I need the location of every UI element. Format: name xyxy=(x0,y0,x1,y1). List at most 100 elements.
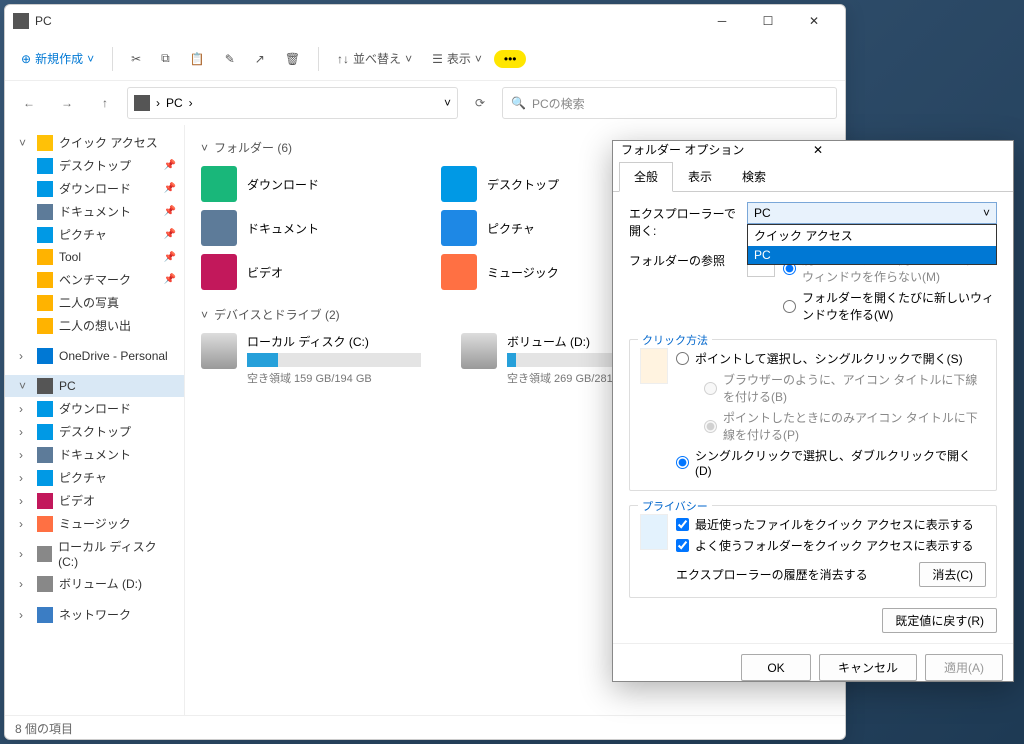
click-legend: クリック方法 xyxy=(638,332,712,348)
paste-button[interactable]: 📋 xyxy=(182,48,213,70)
search-placeholder: PCの検索 xyxy=(532,95,585,112)
click-group: クリック方法 ポイントして選択し、シングルクリックで開く(S) ブラウザーのよう… xyxy=(629,339,997,491)
sidebar-downloads[interactable]: ダウンロード📌 xyxy=(5,177,184,200)
radio-double-click[interactable]: シングルクリックで選択し、ダブルクリックで開く(D) xyxy=(676,445,986,480)
new-button[interactable]: ⊕ 新規作成 ˅ xyxy=(13,46,102,71)
history-label: エクスプローラーの履歴を消去する xyxy=(676,566,868,583)
toolbar: ⊕ 新規作成 ˅ ✂ ⧉ 📋 ✎ ↗ 🗑 ↑↓ 並べ替え ˅ ☰ 表示 ˅ ••… xyxy=(5,37,845,81)
dialog-titlebar: フォルダー オプション ✕ xyxy=(613,141,1013,158)
sidebar-pc[interactable]: ˅PC xyxy=(5,375,184,397)
music-icon xyxy=(441,254,477,290)
ok-button[interactable]: OK xyxy=(741,654,811,681)
sidebar-pc-pictures[interactable]: ›ピクチャ xyxy=(5,466,184,489)
pin-icon: 📌 xyxy=(164,183,176,194)
radio-single-click[interactable]: ポイントして選択し、シングルクリックで開く(S) xyxy=(676,348,986,369)
dialog-close-button[interactable]: ✕ xyxy=(813,143,1005,157)
tab-view[interactable]: 表示 xyxy=(673,162,727,191)
sort-label: 並べ替え xyxy=(353,50,401,67)
folder-videos[interactable]: ビデオ xyxy=(201,254,401,290)
sidebar-pc-drivec[interactable]: ›ローカル ディスク (C:) xyxy=(5,535,184,572)
delete-button[interactable]: 🗑 xyxy=(277,48,308,70)
pin-icon: 📌 xyxy=(164,229,176,240)
cancel-button[interactable]: キャンセル xyxy=(819,654,917,681)
privacy-illustration-icon xyxy=(640,514,668,550)
forward-button[interactable]: → xyxy=(51,87,83,119)
folder-documents[interactable]: ドキュメント xyxy=(201,210,401,246)
sidebar: ˅クイック アクセス デスクトップ📌 ダウンロード📌 ドキュメント📌 ピクチャ📌… xyxy=(5,125,185,715)
rename-button[interactable]: ✎ xyxy=(217,48,243,70)
apply-button[interactable]: 適用(A) xyxy=(925,654,1003,681)
sidebar-pc-music[interactable]: ›ミュージック xyxy=(5,512,184,535)
open-with-label: エクスプローラーで開く: xyxy=(629,202,739,239)
drive-icon xyxy=(461,333,497,369)
sidebar-network[interactable]: ›ネットワーク xyxy=(5,603,184,626)
share-button[interactable]: ↗ xyxy=(247,48,273,70)
sidebar-pc-videos[interactable]: ›ビデオ xyxy=(5,489,184,512)
restore-defaults-button[interactable]: 既定値に戻す(R) xyxy=(882,608,997,633)
privacy-group: プライバシー 最近使ったファイルをクイック アクセスに表示する よく使うフォルダ… xyxy=(629,505,997,598)
document-icon xyxy=(201,210,237,246)
sidebar-pc-drived[interactable]: ›ボリューム (D:) xyxy=(5,572,184,595)
more-button[interactable]: ••• xyxy=(494,50,527,68)
drive-free: 空き領域 159 GB/194 GB xyxy=(247,370,421,386)
pin-icon: 📌 xyxy=(164,252,176,263)
sidebar-quickaccess[interactable]: ˅クイック アクセス xyxy=(5,131,184,154)
window-title: PC xyxy=(35,14,699,28)
view-button[interactable]: ☰ 表示 ˅ xyxy=(424,46,490,71)
navbar: ← → ↑ › PC › ˅ ⟳ 🔍 PCの検索 xyxy=(5,81,845,125)
drive-icon xyxy=(201,333,237,369)
pc-icon xyxy=(134,95,150,111)
view-label: 表示 xyxy=(447,50,471,67)
open-with-combo[interactable]: PC˅ xyxy=(747,202,997,224)
sidebar-pictures[interactable]: ピクチャ📌 xyxy=(5,223,184,246)
picture-icon xyxy=(441,210,477,246)
tab-search[interactable]: 検索 xyxy=(727,162,781,191)
sort-button[interactable]: ↑↓ 並べ替え ˅ xyxy=(329,46,420,71)
download-icon xyxy=(201,166,237,202)
combo-option-quickaccess[interactable]: クイック アクセス xyxy=(748,225,996,246)
radio-new-window[interactable]: フォルダーを開くたびに新しいウィンドウを作る(W) xyxy=(783,287,997,325)
sidebar-onedrive[interactable]: ›OneDrive - Personal xyxy=(5,345,184,367)
search-icon: 🔍 xyxy=(511,96,526,110)
sidebar-memories2[interactable]: 二人の想い出 xyxy=(5,314,184,337)
address-bar[interactable]: › PC › ˅ xyxy=(127,87,458,119)
breadcrumb[interactable]: PC xyxy=(166,96,183,110)
dialog-title: フォルダー オプション xyxy=(621,141,813,158)
sidebar-pc-downloads[interactable]: ›ダウンロード xyxy=(5,397,184,420)
back-button[interactable]: ← xyxy=(13,87,45,119)
sidebar-benchmark[interactable]: ベンチマーク📌 xyxy=(5,268,184,291)
dialog-tabs: 全般 表示 検索 xyxy=(613,162,1013,192)
up-button[interactable]: ↑ xyxy=(89,87,121,119)
sidebar-pc-documents[interactable]: ›ドキュメント xyxy=(5,443,184,466)
folder-music[interactable]: ミュージック xyxy=(441,254,641,290)
check-recent-files[interactable]: 最近使ったファイルをクイック アクセスに表示する xyxy=(676,514,986,535)
clear-history-button[interactable]: 消去(C) xyxy=(919,562,986,587)
radio-underline-browser[interactable]: ブラウザーのように、アイコン タイトルに下線を付ける(B) xyxy=(704,369,986,407)
cut-button[interactable]: ✂ xyxy=(123,48,149,70)
maximize-button[interactable]: ☐ xyxy=(745,5,791,37)
tab-general[interactable]: 全般 xyxy=(619,162,673,192)
check-frequent-folders[interactable]: よく使うフォルダーをクイック アクセスに表示する xyxy=(676,535,986,556)
folder-options-dialog: フォルダー オプション ✕ 全般 表示 検索 エクスプローラーで開く: PC˅ … xyxy=(612,140,1014,682)
folder-downloads[interactable]: ダウンロード xyxy=(201,166,401,202)
combo-option-pc[interactable]: PC xyxy=(748,246,996,264)
sidebar-tool[interactable]: Tool📌 xyxy=(5,246,184,268)
sidebar-desktop[interactable]: デスクトップ📌 xyxy=(5,154,184,177)
folder-desktop[interactable]: デスクトップ xyxy=(441,166,641,202)
chevron-down-icon: ˅ xyxy=(983,206,990,220)
privacy-legend: プライバシー xyxy=(638,498,712,514)
close-button[interactable]: ✕ xyxy=(791,5,837,37)
search-box[interactable]: 🔍 PCの検索 xyxy=(502,87,837,119)
sidebar-pc-desktop[interactable]: ›デスクトップ xyxy=(5,420,184,443)
sidebar-photos2[interactable]: 二人の写真 xyxy=(5,291,184,314)
new-label: 新規作成 xyxy=(35,50,83,67)
folder-pictures[interactable]: ピクチャ xyxy=(441,210,641,246)
video-icon xyxy=(201,254,237,290)
refresh-button[interactable]: ⟳ xyxy=(464,87,496,119)
sidebar-documents[interactable]: ドキュメント📌 xyxy=(5,200,184,223)
minimize-button[interactable]: ─ xyxy=(699,5,745,37)
copy-button[interactable]: ⧉ xyxy=(153,47,178,70)
drive-c[interactable]: ローカル ディスク (C:) 空き領域 159 GB/194 GB xyxy=(201,333,421,386)
radio-underline-point[interactable]: ポイントしたときにのみアイコン タイトルに下線を付ける(P) xyxy=(704,407,986,445)
pin-icon: 📌 xyxy=(164,274,176,285)
